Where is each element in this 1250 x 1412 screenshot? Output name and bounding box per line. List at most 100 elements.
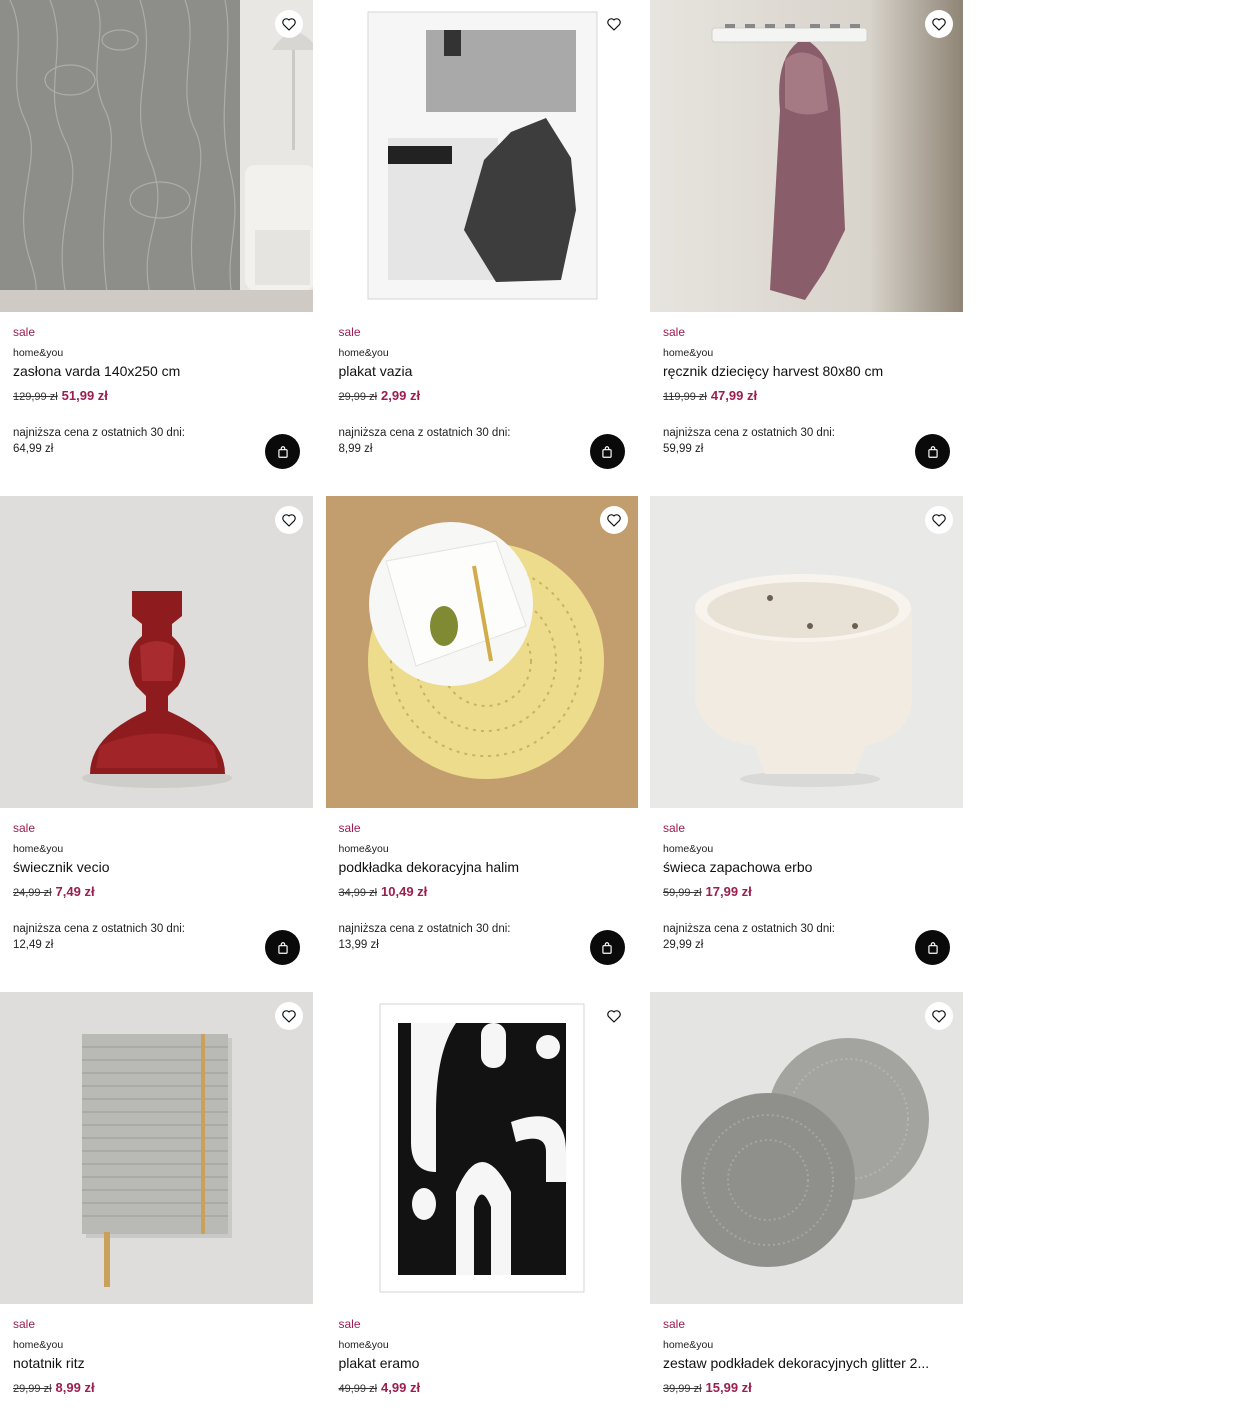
product-name[interactable]: zasłona varda 140x250 cm [13,362,300,380]
favorite-button[interactable] [600,1002,628,1030]
product-card[interactable]: sale home&you zestaw podkładek dekoracyj… [650,992,963,1412]
favorite-button[interactable] [275,506,303,534]
old-price: 59,99 zł [663,887,702,899]
add-to-cart-button[interactable] [589,930,625,965]
product-card[interactable]: sale home&you zasłona varda 140x250 cm 1… [0,0,313,496]
lowest-price-value: 29,99 zł [663,939,704,951]
product-name[interactable]: zestaw podkładek dekoracyjnych glitter 2… [663,1354,950,1372]
old-price: 24,99 zł [13,887,52,899]
notebook-image [0,992,313,1304]
product-card[interactable]: sale home&you plakat vazia 29,99 zł 2,99 … [325,0,638,496]
product-image[interactable] [0,496,313,808]
product-card[interactable]: sale home&you plakat eramo 49,99 zł 4,99 … [325,992,638,1412]
add-to-cart-button[interactable] [589,434,625,469]
candle-image [650,496,963,808]
product-name[interactable]: świeca zapachowa erbo [663,858,950,876]
lowest-price-label: najniższa cena z ostatnich 30 dni: [338,427,511,439]
heart-icon [606,18,621,31]
product-name[interactable]: podkładka dekoracyjna halim [339,858,625,876]
favorite-button[interactable] [600,10,628,38]
product-image[interactable] [650,496,963,808]
sale-badge: sale [13,821,36,835]
product-brand: home&you [13,843,64,855]
favorite-button[interactable] [275,10,303,38]
add-to-cart-button[interactable] [265,434,300,469]
candlestick-image [0,496,313,808]
add-to-cart-button[interactable] [915,434,950,469]
old-price: 34,99 zł [338,887,378,899]
old-price: 29,99 zł [338,391,378,403]
product-brand: home&you [338,843,389,855]
heart-icon [932,514,946,527]
product-image[interactable] [325,992,638,1304]
add-to-cart-button[interactable] [915,930,950,965]
sale-badge: sale [338,325,361,339]
add-to-cart-button[interactable] [265,930,300,965]
placemats-image [650,992,963,1304]
favorite-button[interactable] [925,10,953,38]
heart-icon [282,18,296,31]
product-card[interactable]: sale home&you ręcznik dziecięcy harvest … [650,0,963,496]
lowest-price-label: najniższa cena z ostatnich 30 dni: [338,923,511,935]
favorite-button[interactable] [275,1002,303,1030]
sale-price: 8,99 zł [55,1380,95,1395]
sale-price: 17,99 zł [705,884,752,899]
shopping-bag-icon [277,445,288,458]
product-brand: home&you [338,347,389,359]
lowest-price-value: 12,49 zł [13,939,54,951]
heart-icon [282,514,296,527]
favorite-button[interactable] [925,1002,953,1030]
product-name[interactable]: ręcznik dziecięcy harvest 80x80 cm [663,362,950,380]
product-image[interactable] [325,496,638,808]
sale-price: 15,99 zł [705,1380,752,1395]
shopping-bag-icon [277,941,288,954]
heart-icon [932,18,946,31]
shopping-bag-icon [602,941,612,954]
sale-badge: sale [663,325,686,339]
placemat-image [325,496,638,808]
product-name[interactable]: plakat eramo [339,1354,625,1372]
sale-price: 4,99 zł [381,1380,421,1395]
lowest-price-label: najniższa cena z ostatnich 30 dni: [663,427,835,439]
sale-price: 47,99 zł [710,388,758,403]
lowest-price-value: 8,99 zł [338,443,373,455]
sale-price: 51,99 zł [61,388,108,403]
curtain-image [0,0,313,312]
sale-badge: sale [663,821,686,835]
product-brand: home&you [13,347,64,359]
product-card[interactable]: sale home&you notatnik ritz 29,99 zł 8,99… [0,992,313,1412]
product-name[interactable]: notatnik ritz [13,1354,300,1372]
favorite-button[interactable] [925,506,953,534]
lowest-price-label: najniższa cena z ostatnich 30 dni: [13,923,185,935]
heart-icon [282,1010,296,1023]
lowest-price-value: 64,99 zł [13,443,54,455]
heart-icon [606,514,621,527]
sale-price: 7,49 zł [55,884,95,899]
poster-image [325,0,638,312]
heart-icon [606,1010,621,1023]
product-image[interactable] [325,0,638,312]
product-image[interactable] [650,0,963,312]
old-price: 119,99 zł [663,391,707,403]
sale-badge: sale [338,1317,361,1331]
lowest-price-value: 13,99 zł [338,939,379,951]
old-price: 129,99 zł [13,391,58,403]
sale-badge: sale [338,821,361,835]
product-image[interactable] [0,0,313,312]
product-image[interactable] [0,992,313,1304]
sale-badge: sale [13,325,36,339]
sale-price: 10,49 zł [381,884,428,899]
old-price: 49,99 zł [338,1383,378,1395]
product-name[interactable]: plakat vazia [339,362,625,380]
product-card[interactable]: sale home&you świecznik vecio 24,99 zł 7,… [0,496,313,992]
lowest-price-label: najniższa cena z ostatnich 30 dni: [13,427,185,439]
product-image[interactable] [650,992,963,1304]
product-card[interactable]: sale home&you podkładka dekoracyjna hali… [325,496,638,992]
favorite-button[interactable] [599,506,628,534]
product-brand: home&you [338,1339,389,1351]
towel-image [650,0,963,312]
product-name[interactable]: świecznik vecio [13,858,300,876]
sale-price: 2,99 zł [381,388,421,403]
product-card[interactable]: sale home&you świeca zapachowa erbo 59,9… [650,496,963,992]
shopping-bag-icon [602,445,612,458]
